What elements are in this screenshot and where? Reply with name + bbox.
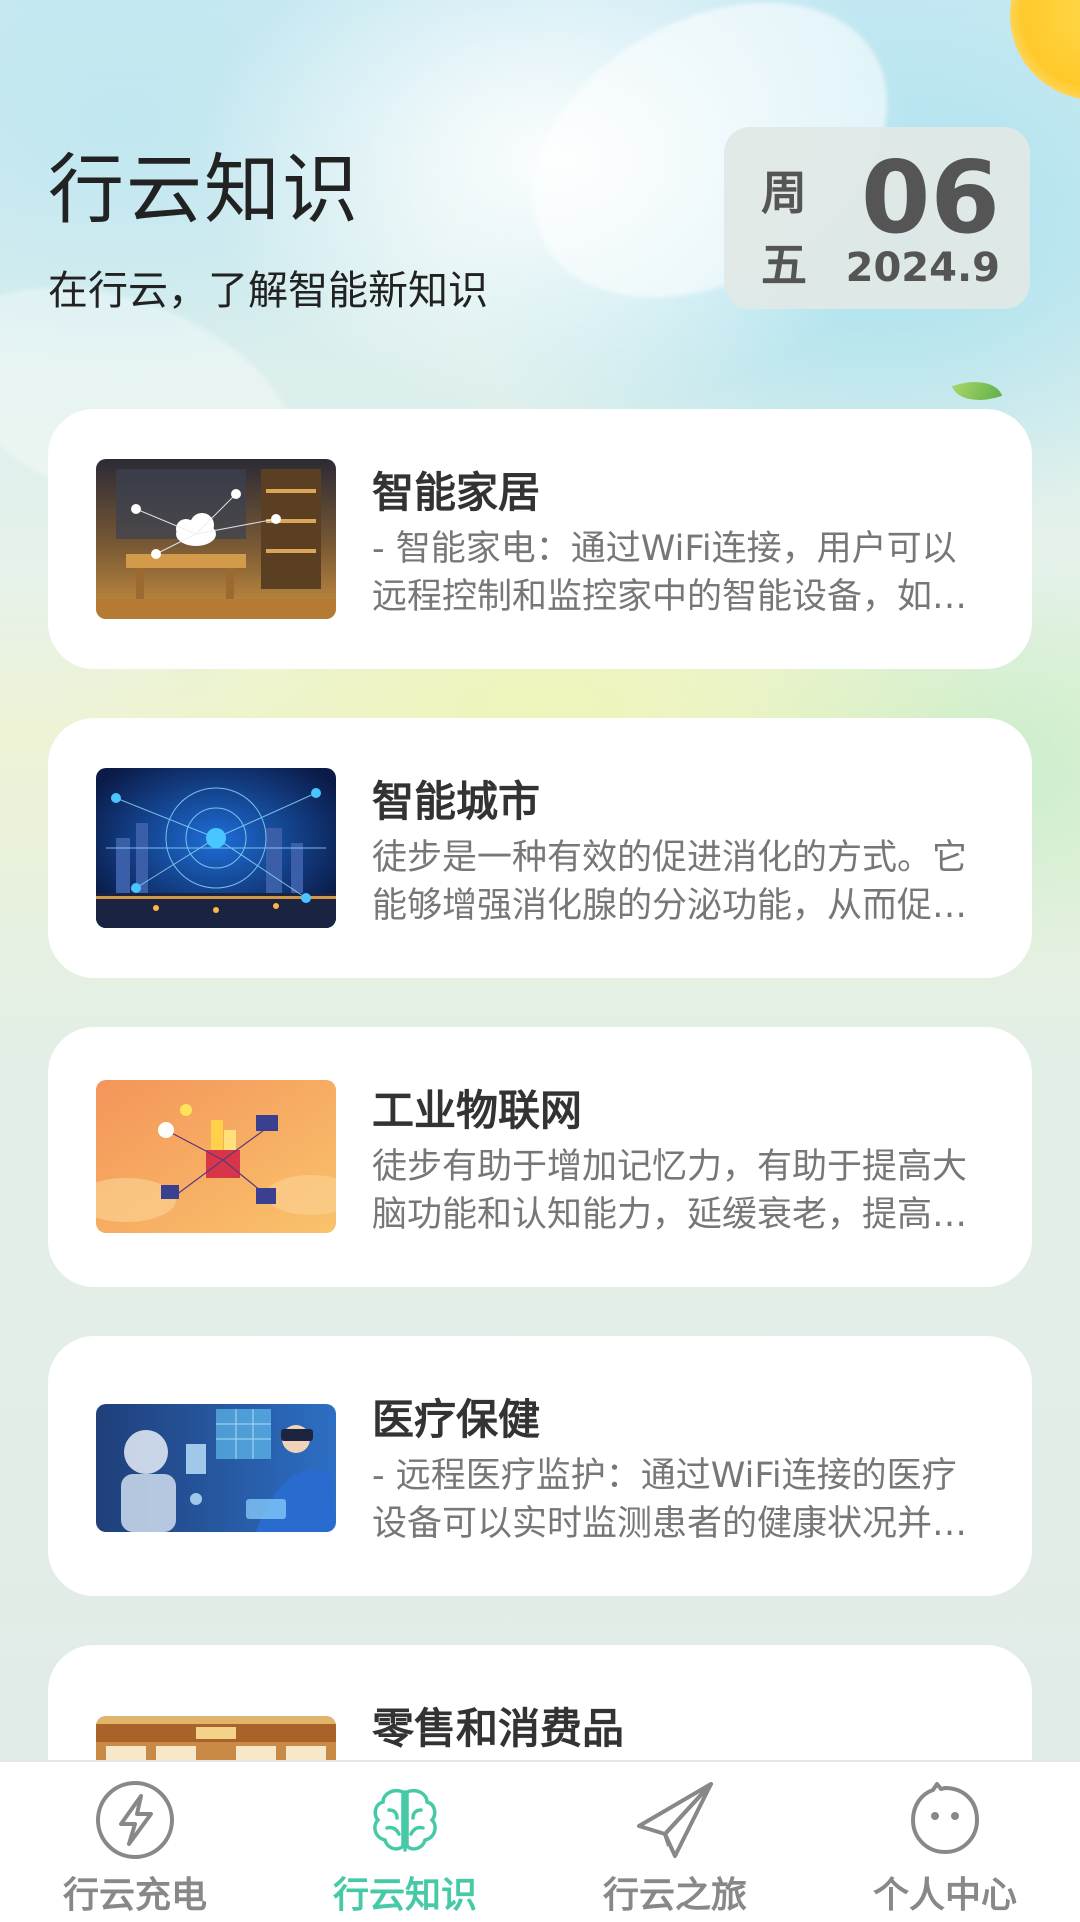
card-description: 徒步是一种有效的促进消化的方式。它能够增强消化腺的分泌功能，从而促进食物的消化吸… xyxy=(372,838,968,926)
tab-travel[interactable]: 行云之旅 xyxy=(540,1762,810,1922)
healthcare-image xyxy=(96,1404,336,1532)
card-title: 零售和消费品 xyxy=(372,1704,625,1753)
industrial-iot-image xyxy=(96,1080,336,1233)
card-description: 徒步有助于增加记忆力，有助于提高大脑功能和认知能力，延缓衰老，提高生活质量。 xyxy=(372,1147,968,1235)
tab-label: 行云充电 xyxy=(62,1875,207,1916)
knowledge-card-retail[interactable]: 零售和消费品 xyxy=(48,1645,1032,1760)
paper-plane-icon xyxy=(637,1782,713,1858)
lightning-icon xyxy=(96,1781,174,1859)
tab-charging[interactable]: 行云充电 xyxy=(0,1762,270,1922)
smiley-face-icon xyxy=(911,1782,979,1854)
card-title: 工业物联网 xyxy=(372,1086,583,1135)
tab-label: 行云知识 xyxy=(332,1875,477,1916)
smart-home-image xyxy=(96,459,336,619)
tab-knowledge[interactable]: 行云知识 xyxy=(270,1762,540,1922)
card-description: - 智能家电：通过WiFi连接，用户可以远程控制和监控家中的智能设备，如智能灯泡… xyxy=(372,529,968,617)
tab-label: 行云之旅 xyxy=(602,1875,747,1916)
smart-city-image xyxy=(96,768,336,928)
knowledge-card-smart-city[interactable]: 智能城市 徒步是一种有效的促进消化的方式。它能够增强消化腺的分泌功能，从而促进食… xyxy=(48,718,1032,978)
tab-label: 个人中心 xyxy=(872,1875,1017,1916)
retail-image xyxy=(96,1716,336,1760)
tab-profile[interactable]: 个人中心 xyxy=(810,1762,1080,1922)
knowledge-card-smart-home[interactable]: 智能家居 - 智能家电：通过WiFi连接，用户可以远程控制和监控家中的智能设备，… xyxy=(48,409,1032,669)
knowledge-card-healthcare[interactable]: 医疗保健 - 远程医疗监护：通过WiFi连接的医疗设备可以实时监测患者的健康状况… xyxy=(48,1336,1032,1596)
card-title: 智能城市 xyxy=(372,777,541,826)
bottom-tab-bar: 行云充电 行云知识 行云之旅 个人中心 xyxy=(0,1760,1080,1922)
knowledge-list[interactable]: 智能家居 - 智能家电：通过WiFi连接，用户可以远程控制和监控家中的智能设备，… xyxy=(0,0,1080,1760)
knowledge-card-industrial-iot[interactable]: 工业物联网 徒步有助于增加记忆力，有助于提高大脑功能和认知能力，延缓衰老，提高生… xyxy=(48,1027,1032,1287)
card-title: 医疗保健 xyxy=(372,1395,541,1444)
card-title: 智能家居 xyxy=(372,468,541,517)
card-description: - 远程医疗监护：通过WiFi连接的医疗设备可以实时监测患者的健康状况并传输数据… xyxy=(372,1456,968,1544)
brain-icon xyxy=(373,1789,437,1852)
